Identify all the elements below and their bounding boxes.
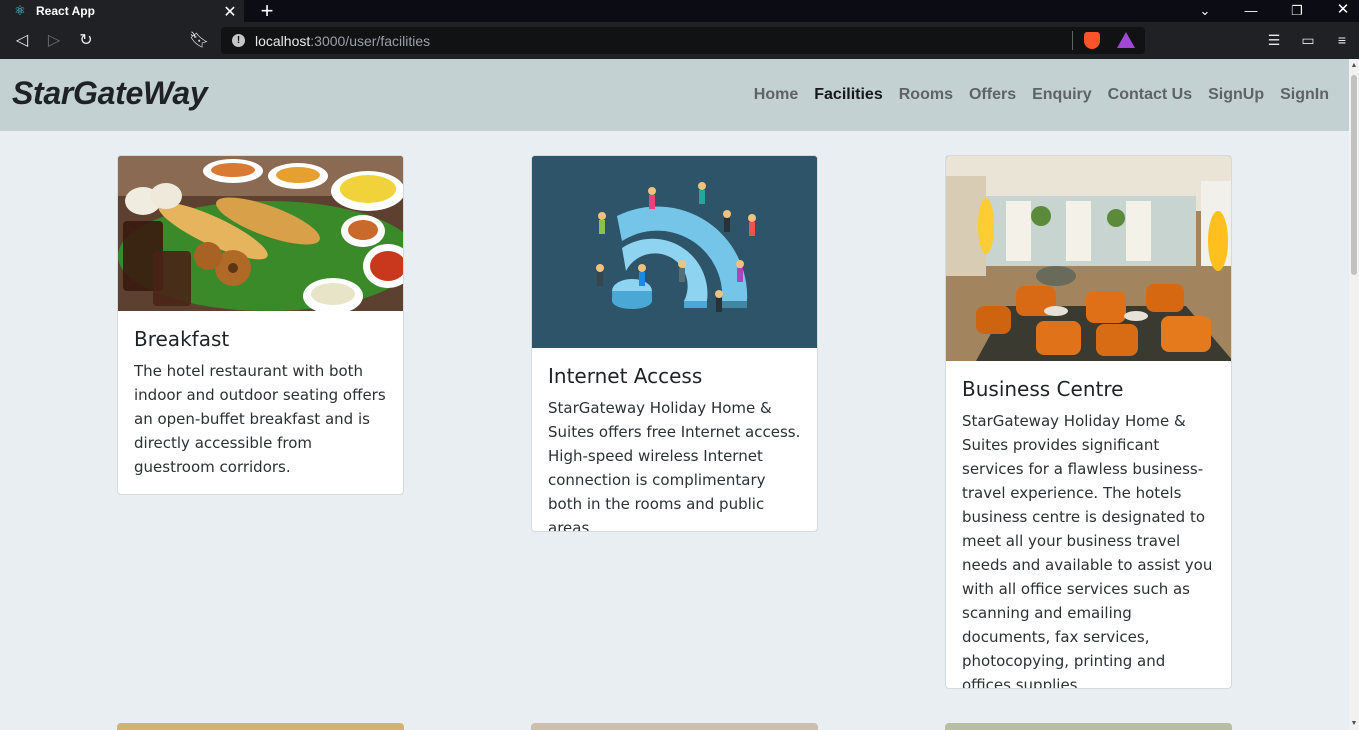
site-navbar: StarGateWay Home Facilities Rooms Offers…: [0, 59, 1349, 131]
nav-contact-us[interactable]: Contact Us: [1108, 86, 1192, 104]
card-title: Internet Access: [548, 364, 703, 388]
facility-card-internet-access: Internet Access StarGateway Holiday Home…: [531, 155, 818, 532]
card-text: The hotel restaurant with both indoor an…: [134, 362, 386, 476]
site-info-icon[interactable]: !: [232, 34, 245, 47]
nav-rooms[interactable]: Rooms: [899, 86, 953, 104]
nav-signup[interactable]: SignUp: [1208, 86, 1264, 104]
scroll-down-icon[interactable]: ▼: [1350, 720, 1358, 727]
nav-enquiry[interactable]: Enquiry: [1032, 86, 1092, 104]
page-scrollbar[interactable]: ▲ ▼: [1349, 59, 1359, 730]
wallet-icon[interactable]: ▭: [1299, 31, 1317, 49]
url-text[interactable]: localhost:3000/user/facilities: [255, 33, 430, 49]
facility-card-peek: [117, 723, 404, 730]
playlist-icon[interactable]: ☰: [1265, 31, 1283, 49]
card-title: Breakfast: [134, 327, 230, 351]
close-tab-icon[interactable]: ✕: [222, 2, 238, 22]
facility-card-business-centre: Business Centre StarGateway Holiday Home…: [945, 155, 1232, 689]
site-brand[interactable]: StarGateWay: [12, 75, 208, 112]
back-icon[interactable]: ◁: [11, 30, 33, 52]
scroll-up-icon[interactable]: ▲: [1350, 62, 1358, 69]
browser-tab[interactable]: ⚛ React App ✕: [0, 0, 244, 22]
facility-card-peek: [531, 723, 818, 730]
scroll-thumb[interactable]: [1351, 75, 1357, 275]
browser-tabbar: ⚛ React App ✕ + ⌄ — ❐ ✕: [0, 0, 1359, 24]
facility-card-peek: [945, 723, 1232, 730]
nav-facilities[interactable]: Facilities: [814, 86, 882, 104]
browser-toolbar: ◁ ▷ ↻ 🔖︎ ! localhost:3000/user/facilitie…: [0, 22, 1359, 59]
nav-offers[interactable]: Offers: [969, 86, 1016, 104]
brave-shields-icon[interactable]: [1084, 32, 1100, 49]
menu-icon[interactable]: ≡: [1333, 31, 1351, 49]
reload-icon[interactable]: ↻: [75, 30, 97, 52]
bookmark-icon[interactable]: 🔖︎: [188, 30, 210, 52]
tab-title: React App: [36, 4, 95, 18]
breakfast-image: [118, 156, 403, 311]
business-centre-image: [946, 156, 1231, 361]
address-bar[interactable]: ! localhost:3000/user/facilities: [221, 27, 1145, 54]
card-title: Business Centre: [962, 377, 1124, 401]
facility-card-breakfast: Breakfast The hotel restaurant with both…: [117, 155, 404, 495]
brave-rewards-icon[interactable]: [1117, 32, 1135, 48]
omnibox-divider: [1072, 31, 1073, 50]
nav-home[interactable]: Home: [754, 86, 798, 104]
new-tab-icon[interactable]: +: [257, 0, 277, 24]
card-text: StarGateway Holiday Home & Suites provid…: [962, 412, 1213, 689]
nav-signin[interactable]: SignIn: [1280, 86, 1329, 104]
nav-links: Home Facilities Rooms Offers Enquiry Con…: [754, 86, 1329, 104]
card-text: StarGateway Holiday Home & Suites offers…: [548, 399, 801, 532]
internet-access-image: [532, 156, 817, 348]
react-icon: ⚛: [14, 3, 26, 18]
forward-icon[interactable]: ▷: [43, 30, 65, 52]
